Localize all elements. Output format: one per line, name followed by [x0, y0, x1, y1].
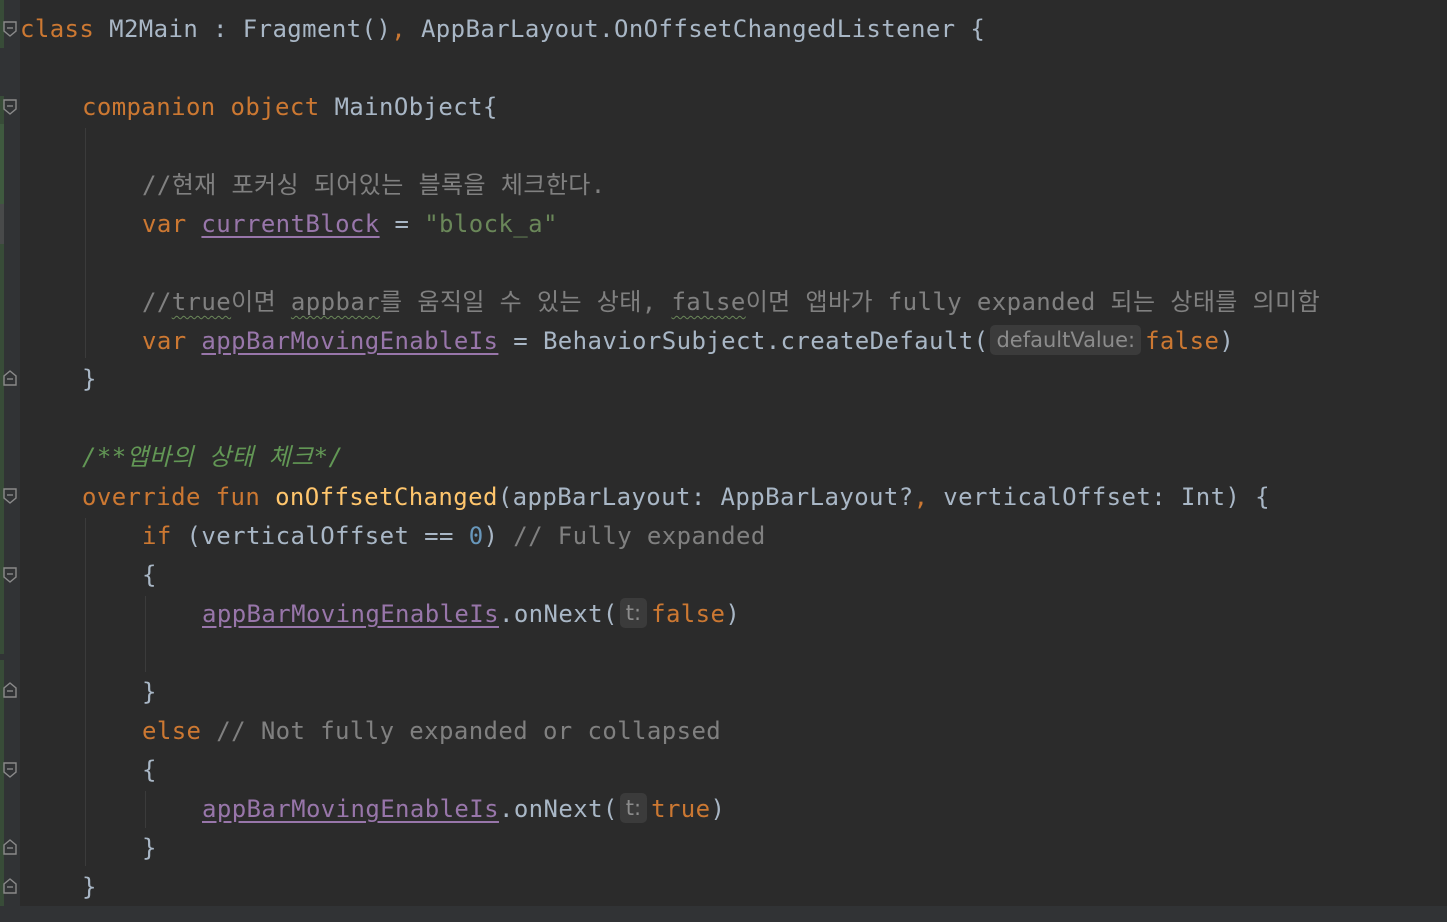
indent-guide [145, 596, 146, 672]
code-token: } [142, 678, 157, 706]
comment-token: //현재 포커싱 되어있는 블록을 체크한다. [142, 171, 606, 199]
doc-comment: /**앱바의 상태 체크*/ [82, 443, 344, 471]
comment-token: // Fully expanded [513, 522, 766, 550]
fold-collapse-icon[interactable] [2, 20, 20, 40]
code-token: } [82, 365, 97, 393]
comment-token: false [671, 288, 746, 316]
comment-token: 이면 [231, 288, 291, 316]
keyword-token: true [651, 795, 711, 823]
keyword-token: companion object [82, 93, 320, 121]
code-line-else-open[interactable]: { [142, 751, 157, 789]
keyword-token: , [391, 15, 407, 43]
indent-guide [85, 128, 86, 358]
code-line-on-next-true[interactable]: appBarMovingEnableIs.onNext(t: true) [202, 790, 725, 828]
property-reference[interactable]: currentBlock [201, 210, 379, 238]
code-line-var-appbar-enable[interactable]: var appBarMovingEnableIs = BehaviorSubje… [142, 322, 1234, 360]
property-reference[interactable]: appBarMovingEnableIs [201, 327, 498, 355]
code-token: = [379, 210, 425, 238]
keyword-token: else [142, 717, 202, 745]
string-literal: "block_a" [424, 210, 558, 238]
keyword-token: var [142, 210, 187, 238]
code-token: MainObject{ [319, 93, 498, 121]
comment-token: 를 움직일 수 있는 상태, [380, 288, 672, 316]
change-marker [0, 204, 4, 244]
fold-collapse-icon[interactable] [2, 98, 20, 118]
code-token: AppBarLayout.OnOffsetChangedListener { [406, 15, 986, 43]
comment-token: appbar [290, 288, 381, 316]
editor-bottom-strip [0, 906, 1447, 922]
code-line-if-stmt[interactable]: if (verticalOffset == 0) // Fully expand… [142, 517, 766, 555]
fold-end-icon[interactable] [2, 877, 20, 897]
indent-guide [85, 518, 86, 866]
parameter-hint: defaultValue: [990, 325, 1142, 355]
number-literal: 0 [468, 522, 484, 550]
function-name: onOffsetChanged [275, 483, 498, 511]
code-token: ) [483, 522, 514, 550]
property-reference[interactable]: appBarMovingEnableIs [202, 600, 499, 628]
keyword-token: false [1145, 327, 1220, 355]
code-token: { [142, 756, 157, 784]
fold-collapse-icon[interactable] [2, 761, 20, 781]
code-line-class-decl[interactable]: class M2Main : Fragment(), AppBarLayout.… [20, 10, 985, 48]
fold-end-icon[interactable] [2, 681, 20, 701]
code-token: } [142, 834, 157, 862]
code-line-comment-appbar[interactable]: //true이면 appbar를 움직일 수 있는 상태, false이면 앱바… [142, 283, 1320, 321]
keyword-token: class [20, 15, 95, 43]
code-editor[interactable]: class M2Main : Fragment(), AppBarLayout.… [0, 0, 1447, 922]
code-token: verticalOffset: Int) { [928, 483, 1270, 511]
indent-guide [145, 791, 146, 828]
code-token: (appBarLayout: AppBarLayout? [497, 483, 914, 511]
fold-collapse-icon[interactable] [2, 487, 20, 507]
keyword-token: false [651, 600, 726, 628]
keyword-token: var [142, 327, 187, 355]
code-token: ) [710, 795, 726, 823]
change-marker [0, 244, 4, 654]
code-line-else-close[interactable]: } [142, 829, 157, 867]
code-token: } [82, 873, 97, 901]
fold-collapse-icon[interactable] [2, 566, 20, 586]
comment-token: true [171, 288, 232, 316]
code-line-companion-close[interactable]: } [82, 360, 97, 398]
code-token: ) [1219, 327, 1235, 355]
code-line-var-current-block[interactable]: var currentBlock = "block_a" [142, 205, 558, 243]
code-token: { [142, 561, 157, 589]
comment-token: // [142, 288, 172, 316]
code-line-comment-current-block[interactable]: //현재 포커싱 되어있는 블록을 체크한다. [142, 166, 606, 204]
parameter-hint: t: [619, 598, 648, 628]
property-reference[interactable]: appBarMovingEnableIs [202, 795, 499, 823]
comment-token: // Not fully expanded or collapsed [216, 717, 722, 745]
code-token: (verticalOffset == [171, 522, 469, 550]
code-line-fun-close[interactable]: } [82, 868, 97, 906]
keyword-token: if [142, 522, 172, 550]
fold-end-icon[interactable] [2, 838, 20, 858]
code-line-if-open[interactable]: { [142, 556, 157, 594]
parameter-hint: t: [619, 793, 648, 823]
code-token: .onNext( [498, 795, 618, 823]
fold-end-icon[interactable] [2, 369, 20, 389]
keyword-token: override fun [82, 483, 261, 511]
code-line-on-next-false[interactable]: appBarMovingEnableIs.onNext(t: false) [202, 595, 740, 633]
code-line-companion-decl[interactable]: companion object MainObject{ [82, 88, 498, 126]
code-line-else-stmt[interactable]: else // Not fully expanded or collapsed [142, 712, 721, 750]
code-token: = BehaviorSubject.createDefault( [498, 327, 989, 355]
change-marker [0, 124, 4, 204]
code-line-fun-decl[interactable]: override fun onOffsetChanged(appBarLayou… [82, 478, 1270, 516]
keyword-token: , [913, 483, 929, 511]
code-line-doc-comment[interactable]: /**앱바의 상태 체크*/ [82, 438, 343, 476]
code-token: ) [725, 600, 741, 628]
editor-gutter [0, 0, 20, 922]
code-token: M2Main : Fragment() [94, 15, 392, 43]
code-token: .onNext( [498, 600, 618, 628]
comment-token: 이면 앱바가 fully expanded 되는 상태를 의미함 [745, 288, 1321, 316]
code-line-if-close[interactable]: } [142, 673, 157, 711]
